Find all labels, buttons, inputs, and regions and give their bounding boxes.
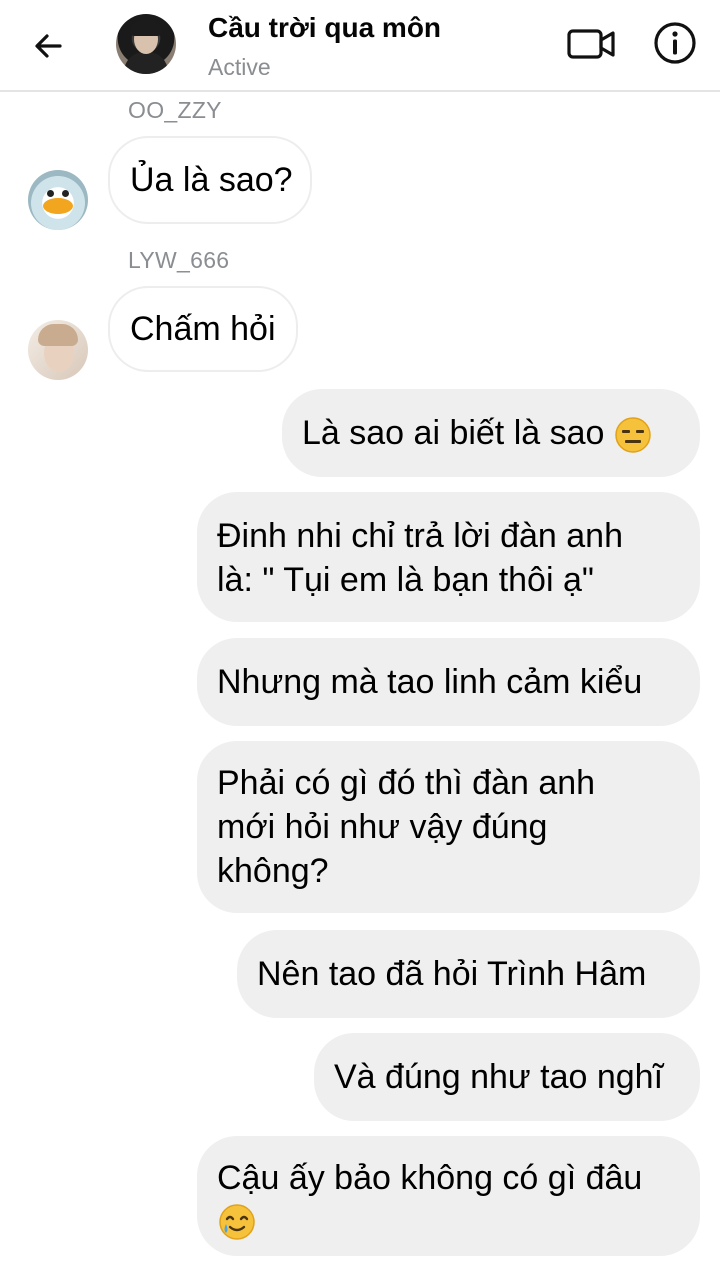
message-bubble-outgoing[interactable]: Và đúng như tao nghĩ [314, 1033, 700, 1121]
message-text: Là sao ai biết là sao [302, 414, 605, 452]
message-text: Và đúng như tao nghĩ [334, 1058, 664, 1096]
info-icon [654, 22, 696, 64]
message-bubble-outgoing[interactable]: Nhưng mà tao linh cảm kiểu [197, 638, 700, 726]
message-line: Đinh nhi chỉ trả lời đàn anh [217, 517, 623, 555]
message-bubble-outgoing[interactable]: Phải có gì đó thì đàn anh mới hỏi như vậ… [197, 741, 700, 913]
message-text: Chấm hỏi [130, 310, 276, 348]
message-text: Nhưng mà tao linh cảm kiểu [217, 663, 643, 701]
arrow-left-icon [35, 34, 62, 58]
message-line: Phải có gì đó thì đàn anh [217, 764, 596, 802]
sender-name: LYW_666 [128, 247, 230, 273]
message-line: mới hỏi như vậy đúng [217, 808, 548, 846]
message-bubble-incoming[interactable]: Ủa là sao? [108, 136, 312, 224]
chat-header: Cầu trời qua môn Active [0, 0, 720, 92]
message-text: Nên tao đã hỏi Trình Hâm [257, 955, 647, 993]
message-bubble-outgoing[interactable]: Nên tao đã hỏi Trình Hâm [237, 930, 700, 1018]
sender-avatar[interactable] [28, 170, 88, 230]
message-bubble-outgoing[interactable]: Là sao ai biết là sao [282, 389, 700, 477]
message-line: Cậu ấy bảo không có gì đâu [217, 1159, 643, 1197]
group-avatar[interactable] [116, 14, 176, 74]
message-line: không? [217, 852, 329, 890]
message-bubble-outgoing[interactable]: Đinh nhi chỉ trả lời đàn anh là: " Tụi e… [197, 492, 700, 622]
message-line: là: " Tụi em là bạn thôi ạ" [217, 561, 594, 599]
active-status: Active [208, 54, 271, 80]
message-bubble-outgoing[interactable]: Cậu ấy bảo không có gì đâu [197, 1136, 700, 1256]
back-button[interactable] [28, 26, 68, 66]
chat-title[interactable]: Cầu trời qua môn [208, 12, 441, 44]
sender-avatar[interactable] [28, 320, 88, 380]
video-call-button[interactable] [566, 24, 618, 64]
message-bubble-incoming[interactable]: Chấm hỏi [108, 286, 298, 372]
expressionless-face-emoji [615, 417, 651, 453]
sender-name: OO_ZZY [128, 97, 222, 123]
video-camera-icon [567, 29, 615, 59]
smiling-face-with-tear-emoji [219, 1204, 255, 1240]
info-button[interactable] [652, 20, 698, 66]
message-text: Ủa là sao? [130, 161, 293, 199]
